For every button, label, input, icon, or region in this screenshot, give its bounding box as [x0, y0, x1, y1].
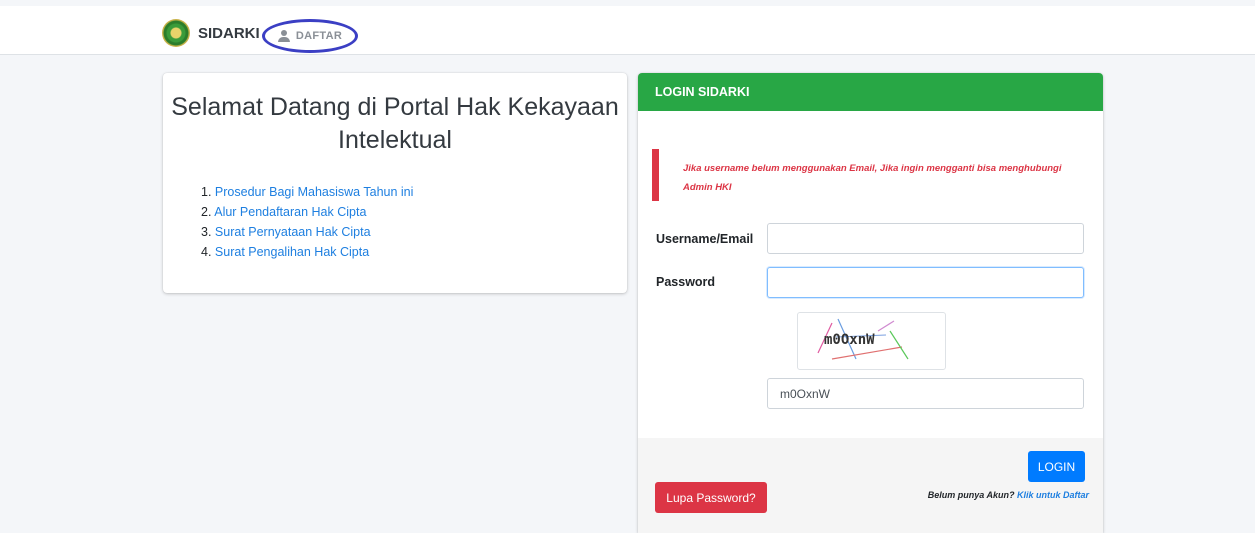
captcha-input[interactable] [767, 378, 1084, 409]
login-card-header: LOGIN SIDARKI [638, 73, 1103, 111]
link-alur-pendaftaran[interactable]: Alur Pendaftaran Hak Cipta [214, 205, 366, 219]
user-icon [277, 30, 290, 42]
brand[interactable]: SIDARKI [162, 19, 260, 47]
captcha-text: m0OxnW [824, 332, 875, 348]
list-number: 4. [201, 245, 212, 259]
notice-callout: Jika username belum menggunakan Email, J… [652, 149, 1089, 201]
username-label: Username/Email [656, 232, 754, 246]
signup-prompt: Belum punya Akun? Klik untuk Daftar [928, 490, 1089, 500]
login-button[interactable]: LOGIN [1028, 451, 1085, 482]
username-input[interactable] [767, 223, 1084, 254]
welcome-title: Selamat Datang di Portal Hak Kekayaan In… [171, 93, 619, 154]
captcha-image: m0OxnW [797, 312, 946, 370]
list-number: 1. [201, 185, 212, 199]
info-link-list: 1. Prosedur Bagi Mahasiswa Tahun ini 2. … [201, 182, 413, 262]
forgot-password-button[interactable]: Lupa Password? [655, 482, 767, 513]
list-item: 2. Alur Pendaftaran Hak Cipta [201, 202, 413, 222]
link-surat-pernyataan[interactable]: Surat Pernyataan Hak Cipta [215, 225, 371, 239]
daftar-nav-link[interactable]: DAFTAR [262, 19, 358, 53]
login-card: LOGIN SIDARKI Jika username belum menggu… [638, 73, 1103, 533]
link-surat-pengalihan[interactable]: Surat Pengalihan Hak Cipta [215, 245, 369, 259]
top-navbar: SIDARKI DAFTAR [0, 6, 1255, 55]
captcha-svg: m0OxnW [817, 318, 909, 360]
list-number: 3. [201, 225, 212, 239]
password-input[interactable] [767, 267, 1084, 298]
list-item: 1. Prosedur Bagi Mahasiswa Tahun ini [201, 182, 413, 202]
daftar-label: DAFTAR [295, 30, 343, 42]
signup-prefix: Belum punya Akun? [927, 490, 1015, 500]
password-label: Password [656, 275, 716, 289]
list-item: 4. Surat Pengalihan Hak Cipta [201, 242, 413, 262]
university-logo-icon [162, 19, 190, 47]
welcome-card: Selamat Datang di Portal Hak Kekayaan In… [163, 73, 627, 293]
list-item: 3. Surat Pernyataan Hak Cipta [201, 222, 413, 242]
notice-text: Jika username belum menggunakan Email, J… [683, 163, 1062, 193]
login-card-footer: LOGIN Lupa Password? Belum punya Akun? K… [638, 438, 1103, 533]
list-number: 2. [201, 205, 212, 219]
brand-name: SIDARKI [198, 24, 260, 42]
signup-link[interactable]: Klik untuk Daftar [1017, 490, 1089, 500]
link-prosedur[interactable]: Prosedur Bagi Mahasiswa Tahun ini [215, 185, 414, 199]
